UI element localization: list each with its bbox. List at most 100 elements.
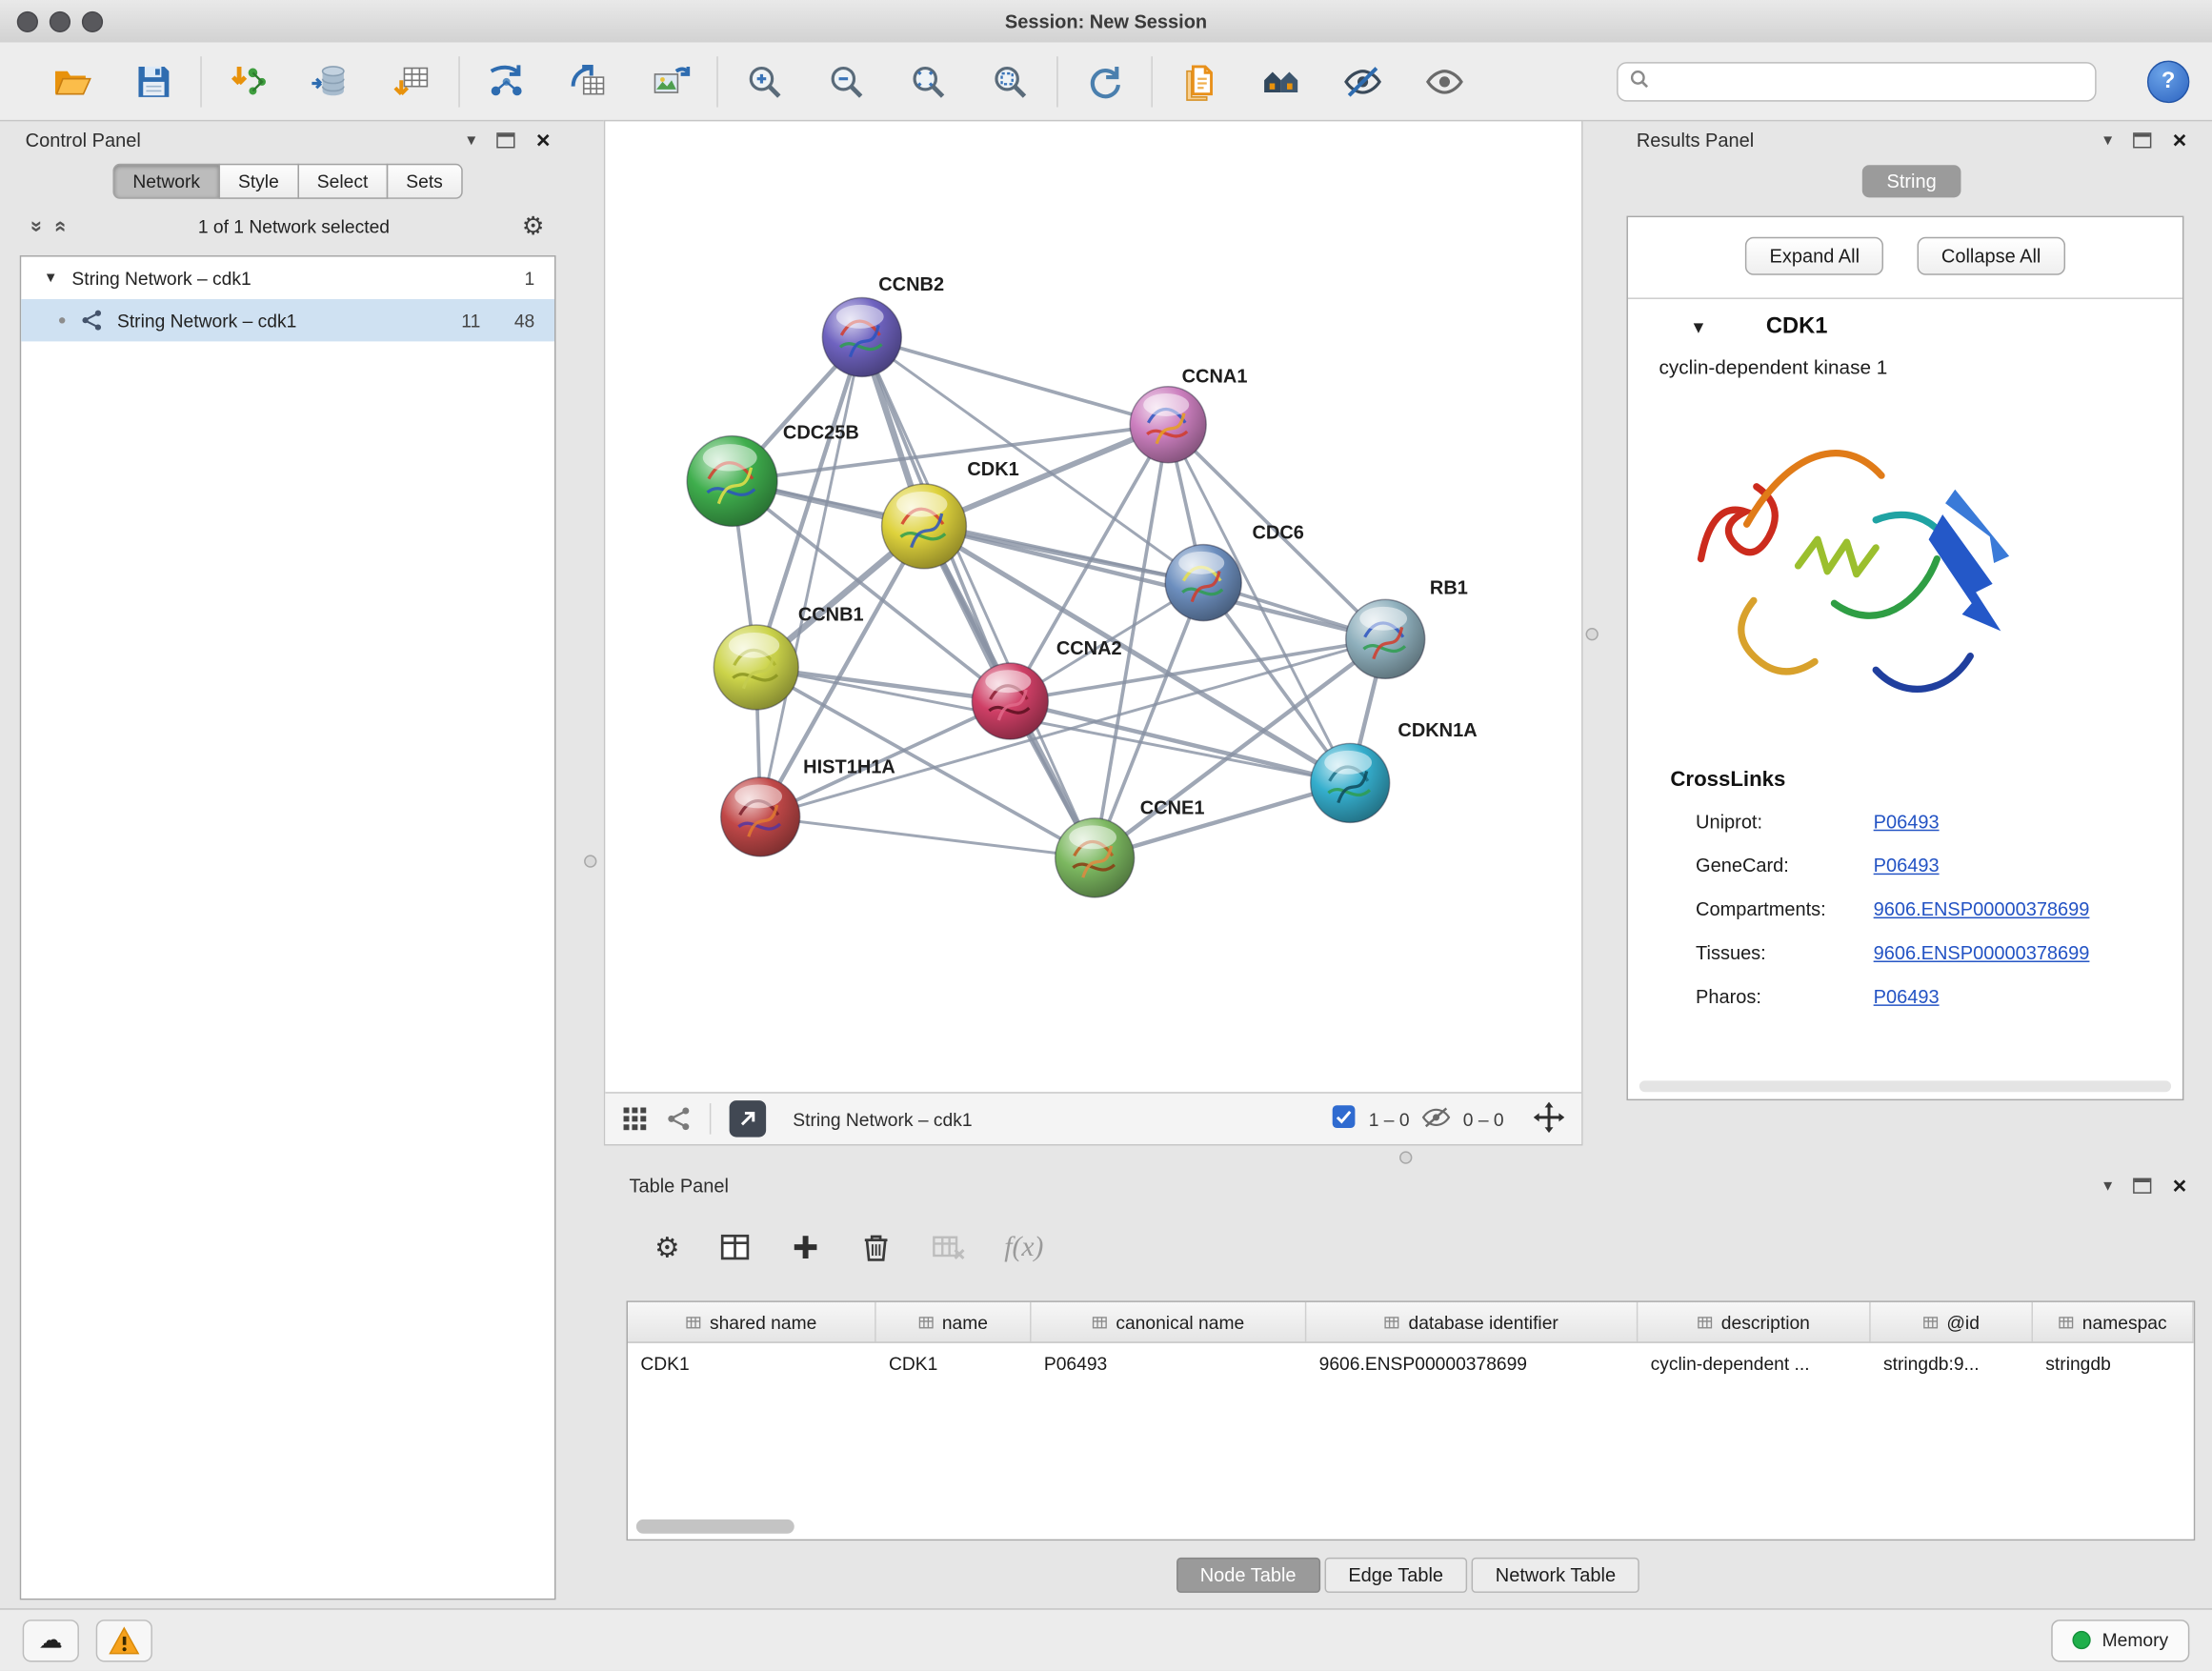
table-cell[interactable]: 9606.ENSP00000378699 — [1306, 1343, 1638, 1382]
expand-all-button[interactable]: Expand All — [1745, 237, 1883, 275]
export-image-icon[interactable] — [643, 54, 696, 108]
export-view-button[interactable] — [730, 1100, 767, 1137]
selected-checkbox-icon[interactable] — [1332, 1105, 1356, 1134]
annotation-document-icon[interactable] — [1173, 54, 1226, 108]
network-canvas[interactable]: CCNB2CCNA1CDC25BCDK1CDC6RB1CCNB1CCNA2CDK… — [605, 121, 1581, 1092]
memory-button[interactable]: Memory — [2051, 1619, 2189, 1661]
cloud-status-button[interactable]: ☁ — [23, 1619, 79, 1661]
delete-column-trash-icon[interactable] — [860, 1232, 892, 1263]
open-session-icon[interactable] — [45, 54, 98, 108]
tab-network-table[interactable]: Network Table — [1472, 1558, 1640, 1593]
table-cell[interactable]: CDK1 — [628, 1343, 876, 1382]
tab-node-table[interactable]: Node Table — [1176, 1558, 1320, 1593]
tree-expander-icon[interactable]: ▼ — [44, 271, 58, 286]
warnings-button[interactable] — [96, 1619, 152, 1661]
network-list-gear-icon[interactable]: ⚙ — [522, 213, 545, 239]
import-table-icon[interactable] — [385, 54, 438, 108]
crosslink-link[interactable]: P06493 — [1874, 855, 1940, 876]
crosslink-link[interactable]: P06493 — [1874, 986, 1940, 1007]
show-columns-icon[interactable] — [719, 1232, 751, 1263]
new-network-icon[interactable] — [480, 54, 533, 108]
network-from-table-icon[interactable] — [561, 54, 614, 108]
tab-sets[interactable]: Sets — [387, 163, 463, 198]
column-header[interactable]: shared name — [628, 1302, 876, 1341]
results-scrollbar[interactable] — [1639, 1080, 2171, 1092]
save-session-icon[interactable] — [127, 54, 180, 108]
panel-float-icon[interactable] — [2133, 1178, 2151, 1193]
panel-close-icon[interactable]: × — [2173, 1173, 2187, 1197]
network-node-CCNB1[interactable] — [714, 625, 798, 710]
network-node-CDK1[interactable] — [882, 484, 967, 569]
table-cell[interactable]: cyclin-dependent ... — [1638, 1343, 1870, 1382]
help-button[interactable]: ? — [2147, 60, 2189, 102]
network-node-CCNE1[interactable] — [1056, 818, 1135, 897]
tab-network[interactable]: Network — [113, 163, 220, 198]
panel-menu-chevron-icon[interactable]: ▾ — [467, 131, 475, 149]
column-header[interactable]: database identifier — [1306, 1302, 1638, 1341]
panel-close-icon[interactable]: × — [536, 128, 551, 151]
panel-close-icon[interactable]: × — [2173, 128, 2187, 151]
network-edge-CCNB2-CCNE1[interactable] — [862, 337, 1095, 857]
zoom-in-icon[interactable] — [738, 54, 792, 108]
birdseye-grid-icon[interactable] — [622, 1106, 648, 1132]
crosslink-link[interactable]: 9606.ENSP00000378699 — [1874, 942, 2090, 963]
table-cell[interactable]: P06493 — [1032, 1343, 1307, 1382]
network-node-HIST1H1A[interactable] — [721, 777, 800, 856]
crosslink-link[interactable]: P06493 — [1874, 812, 1940, 833]
network-edge-CCNB2-CCNA1[interactable] — [862, 337, 1168, 425]
section-expander-icon[interactable]: ▼ — [1690, 317, 1707, 337]
tab-style[interactable]: Style — [218, 163, 298, 198]
crosslink-link[interactable]: 9606.ENSP00000378699 — [1874, 898, 2090, 919]
column-header[interactable]: name — [876, 1302, 1032, 1341]
network-collection-row[interactable]: ▼ String Network – cdk1 1 — [21, 257, 554, 299]
function-builder-icon[interactable]: f(x) — [1004, 1231, 1043, 1263]
table-cell[interactable]: CDK1 — [876, 1343, 1032, 1382]
show-eye-icon[interactable] — [1418, 54, 1471, 108]
network-node-CDC25B[interactable] — [687, 436, 777, 527]
tab-string[interactable]: String — [1862, 165, 1961, 197]
hide-eye-slash-icon[interactable] — [1336, 54, 1389, 108]
hidden-eye-slash-icon[interactable] — [1422, 1105, 1451, 1132]
network-edge-CCNB2-HIST1H1A[interactable] — [760, 337, 862, 817]
tab-select[interactable]: Select — [297, 163, 388, 198]
network-node-CDKN1A[interactable] — [1311, 743, 1390, 822]
gene-section-header[interactable]: ▼ CDK1 — [1628, 297, 2182, 355]
import-network-database-icon[interactable] — [303, 54, 356, 108]
home-networks-icon[interactable] — [1255, 54, 1308, 108]
network-row-selected[interactable]: ● String Network – cdk1 11 48 — [21, 299, 554, 341]
column-header[interactable]: namespac — [2033, 1302, 2194, 1341]
zoom-window-icon[interactable] — [82, 11, 103, 32]
close-window-icon[interactable] — [17, 11, 38, 32]
network-node-CCNA1[interactable] — [1130, 387, 1206, 463]
column-header[interactable]: canonical name — [1032, 1302, 1307, 1341]
refresh-layout-icon[interactable] — [1077, 54, 1131, 108]
expand-all-icon[interactable]: » — [50, 220, 70, 232]
network-edge-CCNE1-HIST1H1A[interactable] — [760, 816, 1095, 857]
panel-menu-chevron-icon[interactable]: ▾ — [2103, 131, 2112, 149]
left-splitter-handle[interactable] — [584, 855, 596, 867]
zoom-out-icon[interactable] — [819, 54, 873, 108]
minimize-window-icon[interactable] — [50, 11, 70, 32]
horizontal-scrollbar-thumb[interactable] — [636, 1520, 794, 1534]
panel-float-icon[interactable] — [496, 131, 514, 147]
import-network-file-icon[interactable] — [222, 54, 275, 108]
network-node-CCNA2[interactable] — [972, 663, 1048, 739]
search-input[interactable] — [1658, 70, 2083, 93]
table-cell[interactable]: stringdb:9... — [1871, 1343, 2033, 1382]
collapse-all-button[interactable]: Collapse All — [1918, 237, 2065, 275]
panel-menu-chevron-icon[interactable]: ▾ — [2103, 1177, 2112, 1194]
panel-float-icon[interactable] — [2133, 131, 2151, 147]
table-cell[interactable]: stringdb — [2033, 1343, 2194, 1382]
share-network-icon[interactable] — [666, 1106, 692, 1132]
network-edge-CDK1-RB1[interactable] — [924, 526, 1385, 638]
add-column-icon[interactable] — [790, 1232, 821, 1263]
collapse-all-icon[interactable]: » — [27, 220, 48, 232]
bottom-splitter-handle[interactable] — [1399, 1151, 1412, 1163]
network-node-CDC6[interactable] — [1165, 545, 1241, 621]
column-header[interactable]: @id — [1871, 1302, 2033, 1341]
network-node-CCNB2[interactable] — [822, 297, 901, 376]
network-node-RB1[interactable] — [1346, 599, 1425, 678]
tab-edge-table[interactable]: Edge Table — [1324, 1558, 1467, 1593]
pan-crosshair-icon[interactable] — [1534, 1101, 1565, 1137]
table-settings-gear-icon[interactable]: ⚙ — [654, 1230, 680, 1265]
